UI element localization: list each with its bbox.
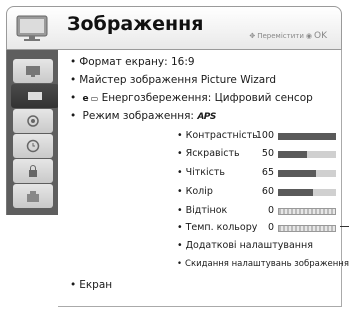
eco-icon: e: [82, 94, 89, 104]
reset-label: Скидання налаштувань зображення: [185, 259, 349, 269]
sidebar-item-lock[interactable]: [13, 159, 53, 183]
setting-label: Яскравість: [185, 148, 240, 159]
menu-item-advanced[interactable]: Додаткові налаштування: [177, 240, 313, 251]
setting-row[interactable]: Чіткість: [177, 167, 225, 178]
sidebar-item-time[interactable]: [13, 134, 53, 158]
sidebar-item-options[interactable]: [13, 184, 53, 208]
slider-fill: [278, 151, 307, 158]
menu-item-wizard[interactable]: Майстер зображення Picture Wizard: [70, 74, 276, 86]
setting-value: 65: [261, 167, 274, 178]
slider-fill: [278, 189, 313, 196]
picture-icon: [26, 66, 40, 77]
advanced-label: Додаткові налаштування: [185, 240, 313, 251]
energy-label: Енергозбереження: Цифровий сенсор: [101, 92, 313, 104]
mode-label: Режим зображення:: [82, 110, 194, 122]
setting-slider[interactable]: [278, 170, 336, 177]
clock-icon: [26, 139, 40, 153]
setting-value: 50: [261, 148, 274, 159]
setting-label: Чіткість: [185, 167, 226, 178]
wizard-label: Майстер зображення Picture Wizard: [79, 74, 277, 86]
menu-item-aspect[interactable]: Формат екрану: 16:9: [70, 56, 195, 68]
menu-item-energy[interactable]: e▭ Енергозбереження: Цифровий сенсор: [70, 92, 313, 104]
setting-label: Темп. кольору: [185, 222, 258, 233]
setting-value: 100: [255, 130, 274, 141]
sidebar-item-picture[interactable]: [13, 59, 53, 83]
screen-label: Екран: [79, 279, 113, 291]
setting-label: Контрастність: [185, 130, 258, 141]
slider-fill: [278, 133, 336, 140]
setting-slider[interactable]: [278, 133, 336, 140]
tv-icon: [28, 92, 42, 100]
eco-leaf-icon: ▭: [90, 94, 99, 103]
menu-header: Зображення ✥ Перемістити ◉ OK: [6, 6, 342, 50]
slider-fill: [278, 170, 316, 177]
setting-row[interactable]: Колір: [177, 186, 213, 197]
setting-label: Відтінок: [185, 205, 228, 216]
options-icon: [27, 191, 39, 202]
menu-item-screen[interactable]: Екран: [70, 279, 112, 291]
setting-slider[interactable]: [278, 225, 336, 232]
setting-row[interactable]: Темп. кольору: [177, 222, 258, 233]
hint-ok-label: OK: [314, 31, 327, 41]
setting-label: Колір: [185, 186, 213, 197]
menu-item-reset[interactable]: Скидання налаштувань зображення: [177, 259, 349, 269]
setting-slider[interactable]: [278, 208, 336, 215]
sidebar-item-audio[interactable]: [13, 109, 53, 133]
hint-move-label: Перемістити: [257, 32, 304, 40]
sidebar: [6, 50, 59, 215]
audio-icon: [27, 115, 39, 127]
ok-button-icon: ◉: [305, 32, 312, 40]
setting-slider[interactable]: [278, 151, 336, 158]
menu-window: Зображення ✥ Перемістити ◉ OK Формат екр…: [6, 6, 349, 307]
lock-icon: [29, 165, 37, 177]
sidebar-item-tv[interactable]: [11, 84, 59, 108]
page-title: Зображення: [67, 13, 204, 35]
setting-slider[interactable]: [278, 189, 336, 196]
navigation-hint: ✥ Перемістити ◉ OK: [249, 31, 327, 41]
menu-item-picture-mode[interactable]: Режим зображення: APS: [70, 110, 217, 122]
setting-row[interactable]: Відтінок: [177, 205, 228, 216]
picture-menu-icon: [15, 13, 51, 43]
setting-value: 0: [267, 222, 274, 233]
aps-logo: APS: [197, 112, 216, 122]
setting-row[interactable]: Контрастність: [177, 130, 258, 141]
setting-row[interactable]: Яскравість: [177, 148, 240, 159]
setting-value: 0: [267, 205, 274, 216]
panel-edge-line: [340, 226, 349, 227]
move-arrows-icon: ✥: [249, 32, 256, 40]
aspect-label: Формат екрану: 16:9: [79, 56, 195, 68]
setting-value: 60: [261, 186, 274, 197]
